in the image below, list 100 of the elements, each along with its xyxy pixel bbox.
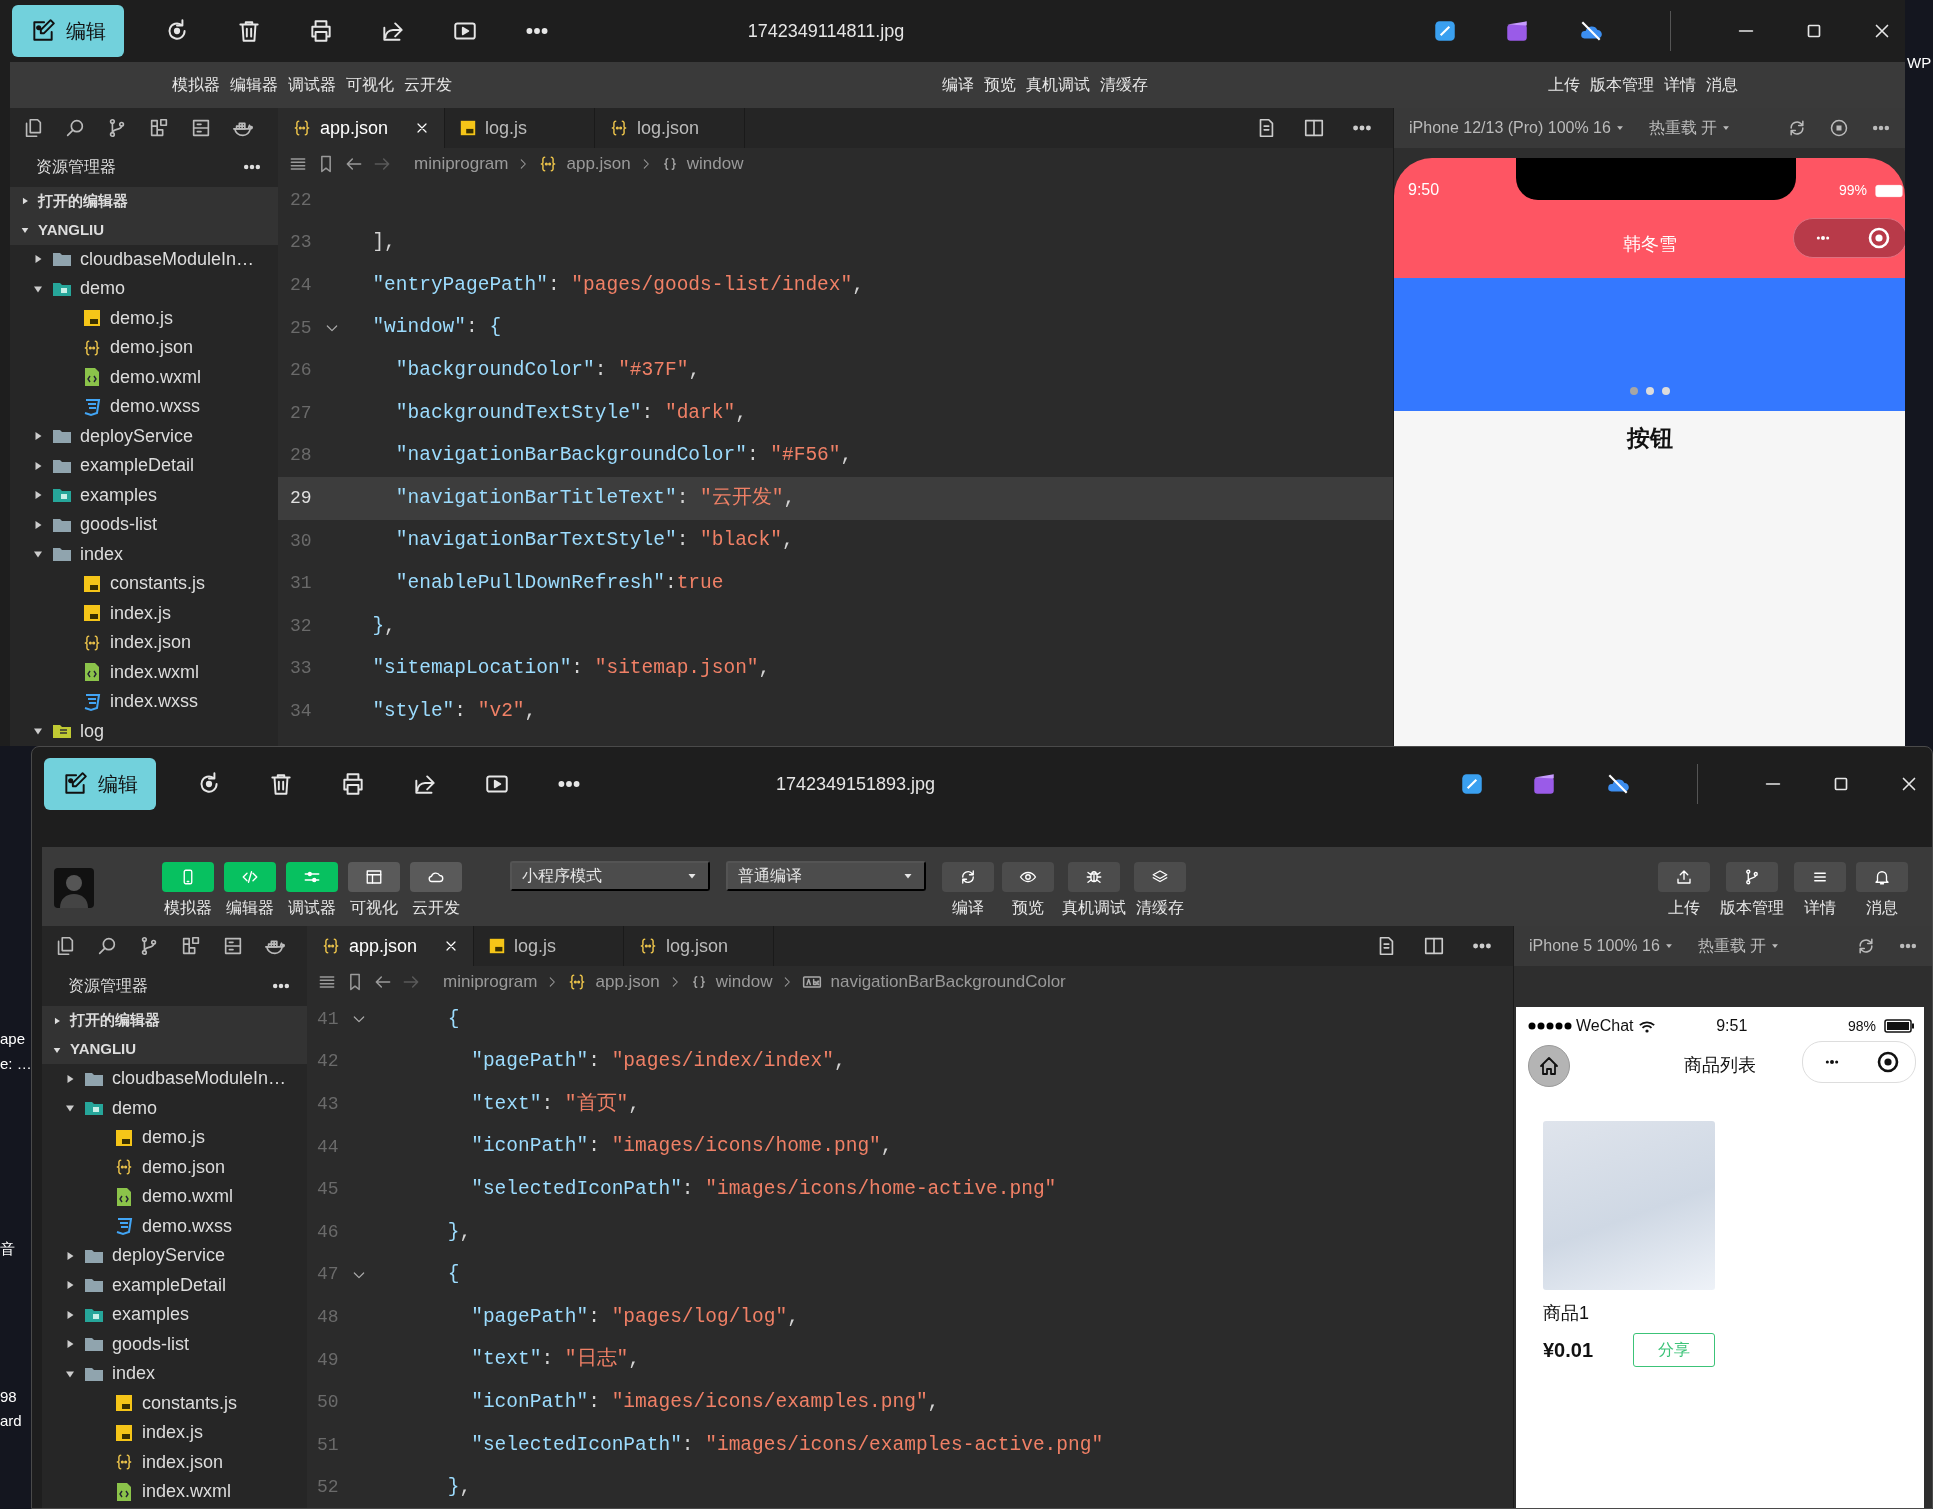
desktop-icon-label[interactable]: e: … (0, 1053, 32, 1076)
file-name[interactable]: index.js (110, 599, 172, 627)
file-tab[interactable]: app.json (278, 108, 446, 148)
toolbar-label[interactable]: 模拟器 (172, 73, 220, 97)
pager-dot[interactable] (1645, 387, 1654, 395)
file-name[interactable]: demo.js (110, 304, 174, 332)
desktop-icon-label[interactable]: ard (0, 1410, 22, 1433)
folder-name[interactable]: deployService (112, 1242, 226, 1270)
toolbar-label[interactable]: 编辑器 (230, 73, 278, 97)
extensions-icon[interactable] (148, 116, 170, 139)
folder-name[interactable]: index (80, 540, 124, 568)
file-name[interactable]: index.wxml (110, 658, 200, 686)
explorer-title: 资源管理器 (36, 157, 116, 178)
avatar[interactable] (54, 867, 94, 908)
toolbar-label[interactable]: 真机调试 (1026, 73, 1090, 97)
toolbar-label[interactable]: 预览 (984, 73, 1016, 97)
pencil-square-icon[interactable] (1432, 18, 1458, 44)
file-name[interactable]: demo.js (142, 1124, 206, 1152)
breadcrumb-item[interactable]: app.json (566, 150, 631, 177)
collapsed-arrow-icon[interactable] (20, 196, 30, 207)
hot-reload-toggle[interactable]: 热重载 开 (1647, 115, 1733, 141)
dropdown[interactable]: 小程序模式 (510, 861, 710, 891)
search-icon[interactable] (96, 935, 118, 957)
breadcrumb-item[interactable]: app.json (595, 969, 660, 995)
home-button[interactable] (1528, 1045, 1570, 1087)
file-name[interactable]: demo.wxss (142, 1212, 233, 1240)
file-name[interactable]: index.json (110, 629, 192, 657)
print-icon[interactable] (308, 18, 334, 44)
code-file-icon (114, 1186, 134, 1207)
breadcrumb-item[interactable]: miniprogram (414, 150, 509, 177)
toolbar-button[interactable]: 真机调试 (1062, 862, 1126, 920)
file-name[interactable]: demo.wxml (142, 1183, 234, 1211)
folder-name[interactable]: exampleDetail (80, 452, 195, 480)
folder-name[interactable]: log (80, 717, 105, 745)
folder-name[interactable]: goods-list (112, 1330, 190, 1358)
line-number: 42 (317, 1050, 340, 1074)
folder-name[interactable]: goods-list (80, 511, 158, 539)
folder-name[interactable]: cloudbaseModuleIn… (112, 1065, 287, 1093)
file-name[interactable]: index.js (142, 1419, 204, 1447)
toolbar-label[interactable]: 版本管理 (1590, 73, 1654, 97)
toolbar-button[interactable]: 版本管理 (1720, 862, 1784, 920)
folder-name[interactable]: exampleDetail (112, 1271, 227, 1299)
toolbar-label[interactable]: 编译 (942, 73, 974, 97)
refresh-icon[interactable] (1787, 118, 1807, 138)
file-name[interactable]: demo.json (142, 1153, 226, 1181)
desktop-icon-label[interactable]: 音 (0, 1238, 15, 1261)
device-selector[interactable]: iPhone 5 100% 16 (1528, 933, 1675, 959)
desktop-icon-label[interactable]: 98 (0, 1386, 17, 1409)
hot-reload-toggle[interactable]: 热重载 开 (1696, 933, 1782, 959)
pencil-square-icon[interactable] (1459, 771, 1485, 797)
edit-button[interactable]: 编辑 (12, 5, 124, 57)
storage-icon[interactable] (222, 935, 244, 957)
breadcrumb-item[interactable]: navigationBarBackgroundColor (830, 969, 1066, 995)
desktop-icon-label[interactable]: ape (0, 1028, 26, 1051)
pager-dot[interactable] (1661, 387, 1670, 395)
toolbar-label[interactable]: 调试器 (288, 73, 336, 97)
toolbar-label[interactable]: 上传 (1548, 73, 1580, 97)
file-name[interactable]: demo.wxss (110, 393, 201, 421)
device-selector[interactable]: iPhone 12/13 (Pro) 100% 16 (1408, 115, 1626, 141)
file-name[interactable]: demo.wxml (110, 363, 202, 391)
edit-button[interactable]: 编辑 (44, 758, 156, 810)
toolbar-label[interactable]: 清缓存 (1100, 73, 1148, 97)
file-tab[interactable]: app.json (307, 926, 475, 966)
file-name[interactable]: constants.js (142, 1389, 238, 1417)
delete-icon[interactable] (268, 771, 294, 797)
split-editor-icon[interactable] (1303, 117, 1325, 139)
file-name[interactable]: index.wxss (110, 688, 199, 716)
folder-name[interactable]: demo (112, 1094, 158, 1122)
desktop-icon-label[interactable]: WP (1907, 52, 1932, 75)
print-icon[interactable] (340, 771, 366, 797)
split-editor-icon[interactable] (1423, 935, 1445, 957)
file-name[interactable]: index.wxml (142, 1478, 232, 1506)
folder-name[interactable]: deployService (80, 422, 194, 450)
file-name[interactable]: constants.js (110, 570, 206, 598)
folder-name[interactable]: cloudbaseModuleIn… (80, 245, 255, 273)
stop-icon[interactable] (1829, 118, 1849, 138)
pager-dot[interactable] (1629, 387, 1638, 395)
dropdown[interactable]: 普通编译 (726, 861, 926, 891)
folder-name[interactable]: examples (112, 1301, 190, 1329)
toolbar-label[interactable]: 可视化 (346, 73, 394, 97)
collapsed-arrow-icon[interactable] (52, 1015, 62, 1026)
stylesheet-file-icon (82, 691, 102, 712)
refresh-icon[interactable] (1856, 936, 1876, 956)
upload-icon (1675, 868, 1693, 886)
clapperboard-icon[interactable] (1504, 18, 1530, 44)
extensions-icon[interactable] (180, 935, 202, 957)
breadcrumb-item[interactable]: window (686, 150, 744, 177)
section-header[interactable]: YANGLIU (38, 218, 105, 242)
toolbar-label[interactable]: 详情 (1664, 73, 1696, 97)
delete-icon[interactable] (236, 18, 262, 44)
folder-name[interactable]: examples (80, 481, 158, 509)
toolbar-label[interactable]: 消息 (1706, 73, 1738, 97)
folder-name[interactable]: index (112, 1360, 156, 1388)
clapperboard-icon[interactable] (1531, 771, 1557, 797)
file-name[interactable]: index.json (142, 1448, 224, 1476)
toolbar-label[interactable]: 云开发 (404, 73, 452, 97)
breadcrumb-item[interactable]: miniprogram (443, 969, 538, 995)
file-name[interactable]: demo.json (110, 334, 194, 362)
folder-name[interactable]: demo (80, 275, 126, 303)
breadcrumb-item[interactable]: window (715, 969, 773, 995)
